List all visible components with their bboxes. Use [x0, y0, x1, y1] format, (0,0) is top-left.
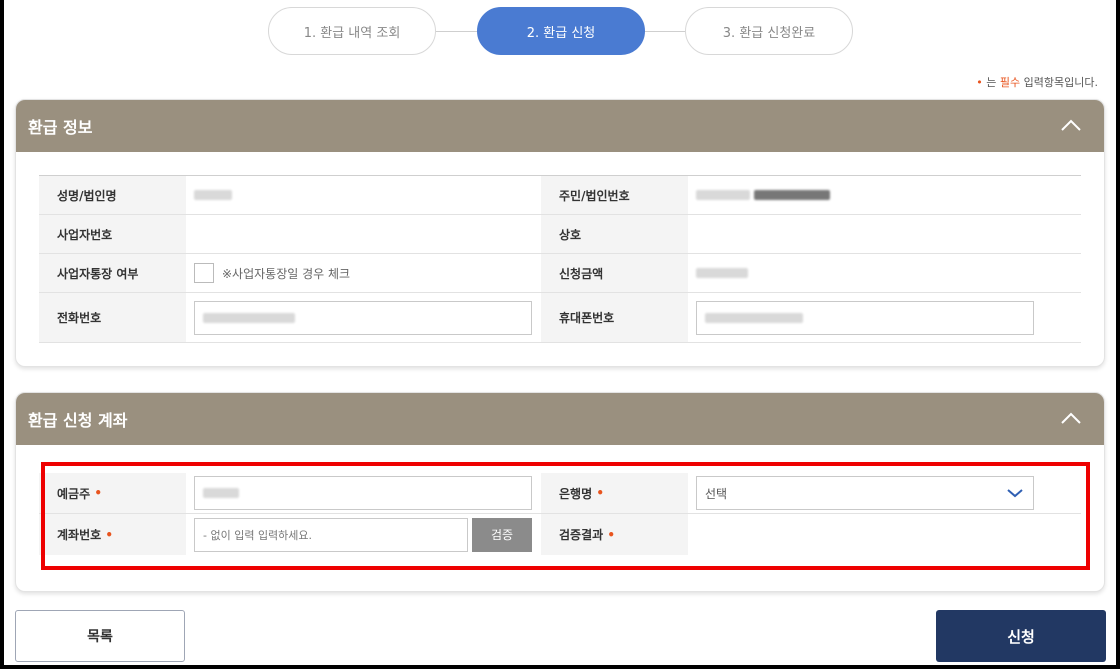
- mobile-input[interactable]: [696, 300, 1034, 335]
- table-row: 사업자번호 상호: [39, 215, 1081, 254]
- step-1: 1. 환급 내역 조회: [268, 7, 436, 55]
- biz-no-value: [186, 215, 541, 253]
- phone-input[interactable]: [194, 300, 532, 335]
- company-value: [688, 215, 1043, 253]
- refund-info-panel: 환급 정보 성명/법인명 주민/법인번호 사업자번호 상호 사업자통장 여부 ※…: [15, 99, 1105, 367]
- name-value: [186, 176, 541, 214]
- step-3: 3. 환급 신청완료: [685, 7, 853, 55]
- required-dot: •: [976, 76, 983, 89]
- mobile-cell: [688, 293, 1043, 342]
- table-row: 사업자통장 여부 ※사업자통장일 경우 체크 신청금액: [39, 254, 1081, 293]
- refund-info-table: 성명/법인명 주민/법인번호 사업자번호 상호 사업자통장 여부 ※사업자통장일…: [39, 175, 1081, 343]
- required-note-pre: 는: [986, 76, 1000, 89]
- phone-label: 전화번호: [39, 293, 186, 342]
- name-label: 성명/법인명: [39, 176, 186, 214]
- biz-account-hint: ※사업자통장일 경우 체크: [222, 266, 351, 281]
- id-label: 주민/법인번호: [541, 176, 688, 214]
- table-row: 전화번호 휴대폰번호: [39, 293, 1081, 343]
- page: 1. 환급 내역 조회 2. 환급 신청 3. 환급 신청완료 • 는 필수 입…: [4, 0, 1116, 665]
- required-note-post: 입력항목입니다.: [1020, 76, 1098, 89]
- table-row: 성명/법인명 주민/법인번호: [39, 176, 1081, 215]
- mobile-label: 휴대폰번호: [541, 293, 688, 342]
- amount-value: [688, 254, 1043, 292]
- apply-button[interactable]: 신청: [936, 610, 1106, 662]
- biz-account-label: 사업자통장 여부: [39, 254, 186, 292]
- company-label: 상호: [541, 215, 688, 253]
- refund-info-header: 환급 정보: [16, 100, 1104, 152]
- biz-no-label: 사업자번호: [39, 215, 186, 253]
- amount-label: 신청금액: [541, 254, 688, 292]
- step-2-active: 2. 환급 신청: [477, 7, 645, 55]
- refund-info-title: 환급 정보: [28, 118, 93, 137]
- highlight-box: [41, 462, 1090, 570]
- refund-account-header: 환급 신청 계좌: [16, 393, 1104, 445]
- biz-account-cell: ※사업자통장일 경우 체크: [186, 254, 541, 292]
- chevron-up-icon[interactable]: [1060, 115, 1082, 137]
- list-button[interactable]: 목록: [15, 610, 185, 662]
- id-value: [688, 176, 1043, 214]
- phone-cell: [186, 293, 541, 342]
- progress-steps: 1. 환급 내역 조회 2. 환급 신청 3. 환급 신청완료: [268, 7, 854, 55]
- chevron-up-icon[interactable]: [1060, 408, 1082, 430]
- required-note-strong: 필수: [999, 76, 1021, 89]
- refund-account-title: 환급 신청 계좌: [28, 411, 128, 430]
- required-note: • 는 필수 입력항목입니다.: [976, 74, 1098, 90]
- biz-account-checkbox[interactable]: [194, 263, 214, 283]
